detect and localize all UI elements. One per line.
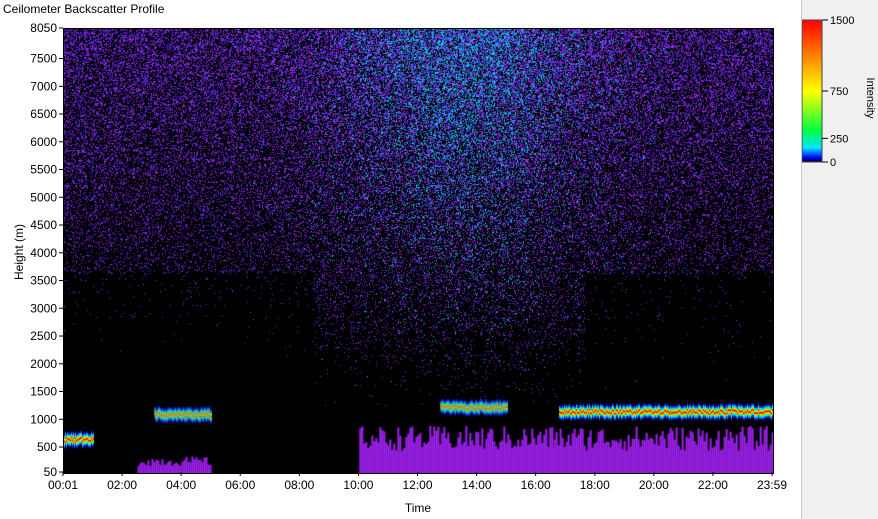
y-tick-label: 6000 — [30, 135, 57, 149]
x-tick-label: 06:00 — [225, 478, 255, 492]
x-tick-label: 12:00 — [402, 478, 432, 492]
y-tick-label: 3500 — [30, 274, 57, 288]
x-tick-label: 23:59 — [757, 478, 787, 492]
colorbar-label: Intensity — [864, 78, 876, 119]
x-tick-label: 20:00 — [639, 478, 669, 492]
y-tick-label: 4500 — [30, 218, 57, 232]
chart-title: Ceilometer Backscatter Profile — [3, 2, 165, 16]
y-tick-label: 3000 — [30, 301, 57, 315]
y-tick-label: 1500 — [30, 385, 57, 399]
colorbar-tick-label: 250 — [830, 133, 848, 145]
y-axis-ticks: 50 500 1000 1500 2000 2500 3000 3500 4000 4500 500… — [30, 21, 63, 479]
x-tick-label: 04:00 — [166, 478, 196, 492]
y-tick-label: 2000 — [30, 357, 57, 371]
y-axis-label: Height (m) — [12, 224, 26, 280]
chart-panel: Ceilometer Backscatter Profile 50 500 1000… — [0, 0, 802, 519]
x-tick-label: 02:00 — [107, 478, 137, 492]
y-tick-label: 7500 — [30, 52, 57, 66]
colorbar-ticks: 0 250 750 1500 — [822, 15, 854, 169]
x-axis-label: Time — [405, 501, 432, 515]
x-tick-label: 18:00 — [580, 478, 610, 492]
y-tick-label: 4000 — [30, 246, 57, 260]
y-tick-label: 7000 — [30, 79, 57, 93]
colorbar-tick-label: 1500 — [830, 15, 854, 27]
y-tick-label: 500 — [37, 440, 57, 454]
heatmap-plot-area[interactable] — [63, 28, 774, 474]
x-tick-label: 22:00 — [698, 478, 728, 492]
y-tick-label: 1000 — [30, 412, 57, 426]
colorbar-gradient — [802, 19, 823, 163]
colorbar-tick-label: 750 — [830, 86, 848, 98]
colorbar[interactable]: 0 250 750 1500 Intensity — [802, 14, 878, 194]
x-tick-label: 00:01 — [48, 478, 78, 492]
y-tick-label: 50 — [44, 465, 58, 479]
y-tick-label: 5500 — [30, 163, 57, 177]
y-tick-label: 5000 — [30, 190, 57, 204]
backscatter-heatmap — [64, 29, 773, 473]
x-axis-ticks: 00:01 02:00 04:00 06:00 08:00 10:00 12:00 14:00… — [48, 472, 787, 492]
y-tick-label: 2500 — [30, 329, 57, 343]
y-tick-label: 6500 — [30, 107, 57, 121]
x-tick-label: 10:00 — [343, 478, 373, 492]
colorbar-tick-label: 0 — [830, 157, 836, 169]
x-tick-label: 16:00 — [521, 478, 551, 492]
y-tick-label: 8050 — [30, 21, 57, 35]
x-tick-label: 14:00 — [462, 478, 492, 492]
x-tick-label: 08:00 — [284, 478, 314, 492]
